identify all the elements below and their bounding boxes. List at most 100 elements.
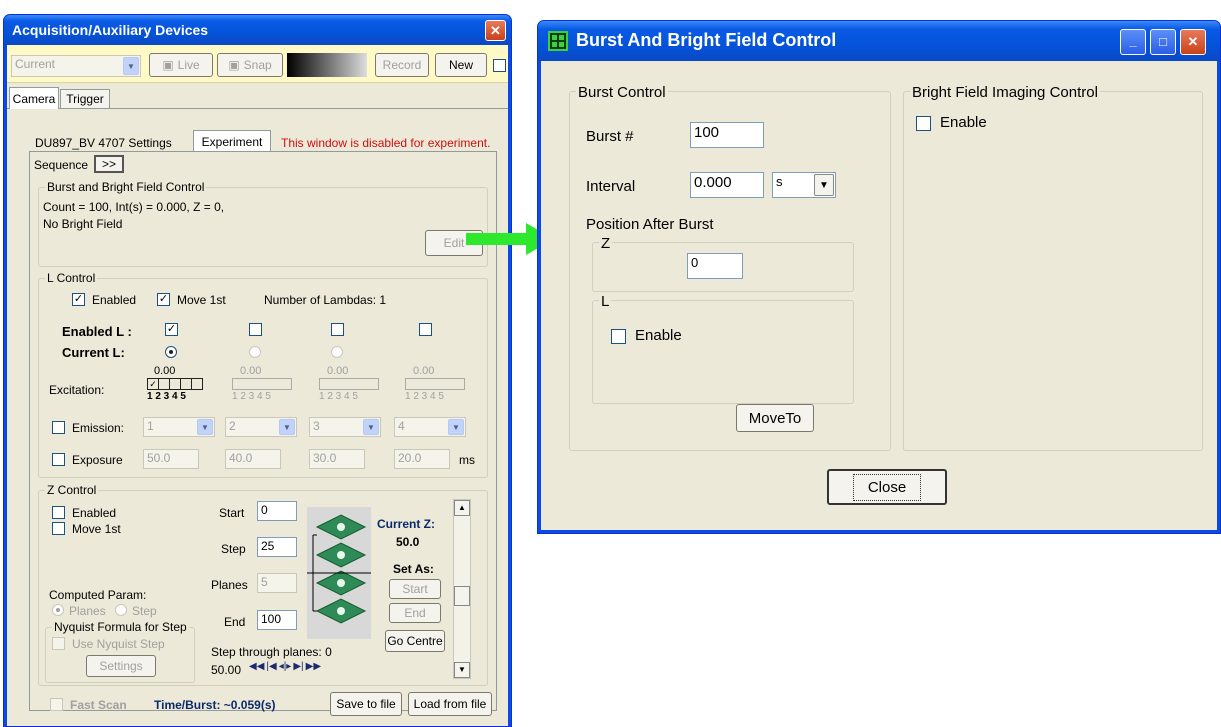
z-enabled-checkbox[interactable] [52, 506, 65, 519]
nyquist-settings-button[interactable]: Settings [86, 655, 156, 677]
z-planes-icon [307, 514, 371, 624]
use-nyquist-label: Use Nyquist Step [72, 637, 165, 651]
burst-summary-line2: No Bright Field [43, 217, 123, 231]
snap-button[interactable]: ▣ Snap [217, 53, 283, 77]
z-move-first-checkbox[interactable] [52, 522, 65, 535]
l-enabled-checkbox[interactable]: ✓ [72, 293, 85, 306]
excitation-nums-2: 1 2 3 4 5 [232, 391, 271, 402]
emission-checkbox[interactable] [52, 421, 65, 434]
tab-trigger[interactable]: Trigger [60, 89, 110, 109]
chevron-down-icon[interactable]: ▼ [363, 419, 379, 435]
enabled-l-checkbox-4[interactable] [419, 323, 432, 336]
z-step-input[interactable]: 25 [257, 537, 297, 557]
current-l-radio-1[interactable] [165, 346, 177, 358]
preset-dropdown[interactable]: Current ▼ [11, 55, 141, 77]
current-l-radio-2[interactable] [249, 346, 261, 358]
use-nyquist-checkbox[interactable] [52, 637, 65, 650]
move-to-button[interactable]: MoveTo [736, 404, 814, 432]
tab-strip: Camera Trigger [7, 83, 508, 109]
l-control-group: L Control ✓ Enabled ✓ Move 1st Number of… [38, 271, 488, 478]
enabled-l-checkbox-1[interactable]: ✓ [165, 323, 178, 336]
computed-step-radio[interactable] [115, 604, 127, 616]
maximize-icon[interactable]: □ [1150, 29, 1176, 55]
disabled-note: This window is disabled for experiment. [281, 136, 491, 150]
current-l-radio-3[interactable] [331, 346, 343, 358]
z-planes-label: Planes [211, 578, 248, 592]
exposure-input-2[interactable]: 40.0 [225, 449, 281, 469]
l-move-first-checkbox[interactable]: ✓ [157, 293, 170, 306]
fast-forward-icon[interactable]: ▶▶ [306, 661, 321, 672]
app-grid-icon [548, 31, 568, 51]
z-scrollbar[interactable]: ▲ ▼ [453, 499, 471, 679]
centre-plane-icon[interactable]: ◂|▸ [279, 661, 292, 672]
burst-number-input[interactable]: 100 [690, 122, 764, 148]
computed-planes-radio[interactable] [52, 604, 64, 616]
nyquist-group: Nyquist Formula for Step Use Nyquist Ste… [45, 620, 195, 683]
interval-unit-select[interactable]: s ▼ [772, 172, 836, 198]
current-l-label: Current L: [62, 345, 125, 360]
chevron-down-icon[interactable]: ▼ [448, 419, 464, 435]
interval-input[interactable]: 0.000 [690, 172, 764, 198]
chevron-down-icon[interactable]: ▼ [123, 57, 139, 75]
l-position-title: L [599, 293, 612, 310]
go-centre-button[interactable]: Go Centre [385, 630, 445, 652]
z-planes-input[interactable]: 5 [257, 573, 297, 593]
computed-step-label: Step [132, 604, 157, 618]
l-enable-checkbox[interactable] [611, 329, 626, 344]
excitation-selector-1[interactable]: ✓ [147, 378, 203, 390]
emission-select-4[interactable]: 4 ▼ [394, 417, 466, 437]
l-position-group: L Enable [592, 293, 854, 404]
sequence-expand-button[interactable]: >> [94, 155, 124, 173]
set-end-button[interactable]: End [389, 603, 441, 623]
exposure-input-4[interactable]: 20.0 [394, 449, 450, 469]
tab-du897-settings[interactable]: DU897_BV 4707 Settings [35, 136, 172, 150]
emission-select-1[interactable]: 1 ▼ [143, 417, 215, 437]
title-bar[interactable]: Acquisition/Auxiliary Devices ✕ [4, 15, 511, 45]
scroll-down-icon[interactable]: ▼ [454, 662, 470, 678]
tab-experiment[interactable]: Experiment [193, 130, 271, 152]
chevron-down-icon[interactable]: ▼ [814, 174, 834, 196]
save-to-file-button[interactable]: Save to file [330, 692, 402, 716]
exposure-input-3[interactable]: 30.0 [309, 449, 365, 469]
z-start-label: Start [219, 506, 245, 520]
emission-select-2[interactable]: 2 ▼ [225, 417, 297, 437]
rewind-icon[interactable]: ◀◀ [249, 661, 264, 672]
z-position-value: 50.00 [211, 663, 242, 677]
excitation-selector-2[interactable] [232, 378, 292, 390]
dialog-close-icon[interactable]: ✕ [1180, 29, 1206, 55]
chevron-down-icon[interactable]: ▼ [279, 419, 295, 435]
tab-camera[interactable]: Camera [9, 87, 59, 109]
toolbar-checkbox[interactable] [493, 59, 506, 72]
minimize-icon[interactable]: _ [1120, 29, 1146, 55]
excitation-selector-3[interactable] [319, 378, 379, 390]
computed-planes-label: Planes [69, 604, 106, 618]
enabled-l-checkbox-2[interactable] [249, 323, 262, 336]
z-start-input[interactable]: 0 [257, 501, 297, 521]
dialog-close-button[interactable]: Close [827, 469, 947, 505]
z-move-first-label: Move 1st [72, 522, 121, 536]
dialog-title-bar[interactable]: Burst And Bright Field Control _ □ ✕ [538, 21, 1220, 61]
live-button[interactable]: ▣ Live [149, 53, 213, 77]
scroll-thumb[interactable] [454, 586, 470, 606]
record-button[interactable]: Record [375, 53, 429, 77]
prev-plane-icon[interactable]: |◀ [266, 661, 276, 672]
exposure-checkbox[interactable] [52, 453, 65, 466]
excitation-selector-4[interactable] [405, 378, 465, 390]
enabled-l-checkbox-3[interactable] [331, 323, 344, 336]
window-title: Acquisition/Auxiliary Devices [12, 22, 209, 38]
emission-select-3[interactable]: 3 ▼ [309, 417, 381, 437]
close-icon[interactable]: ✕ [485, 20, 506, 41]
set-start-button[interactable]: Start [389, 579, 441, 599]
next-plane-icon[interactable]: ▶| [293, 661, 303, 672]
camera-icon: ▣ [228, 58, 240, 72]
chevron-down-icon[interactable]: ▼ [197, 419, 213, 435]
new-button[interactable]: New [435, 53, 487, 77]
bright-field-enable-checkbox[interactable] [916, 116, 931, 131]
z-position-input[interactable]: 0 [687, 253, 743, 279]
load-from-file-button[interactable]: Load from file [408, 692, 492, 716]
z-end-input[interactable]: 100 [257, 610, 297, 630]
exposure-input-1[interactable]: 50.0 [143, 449, 199, 469]
fast-scan-checkbox[interactable] [50, 698, 63, 711]
burst-group: Burst and Bright Field Control Count = 1… [38, 180, 488, 267]
scroll-up-icon[interactable]: ▲ [454, 500, 470, 516]
